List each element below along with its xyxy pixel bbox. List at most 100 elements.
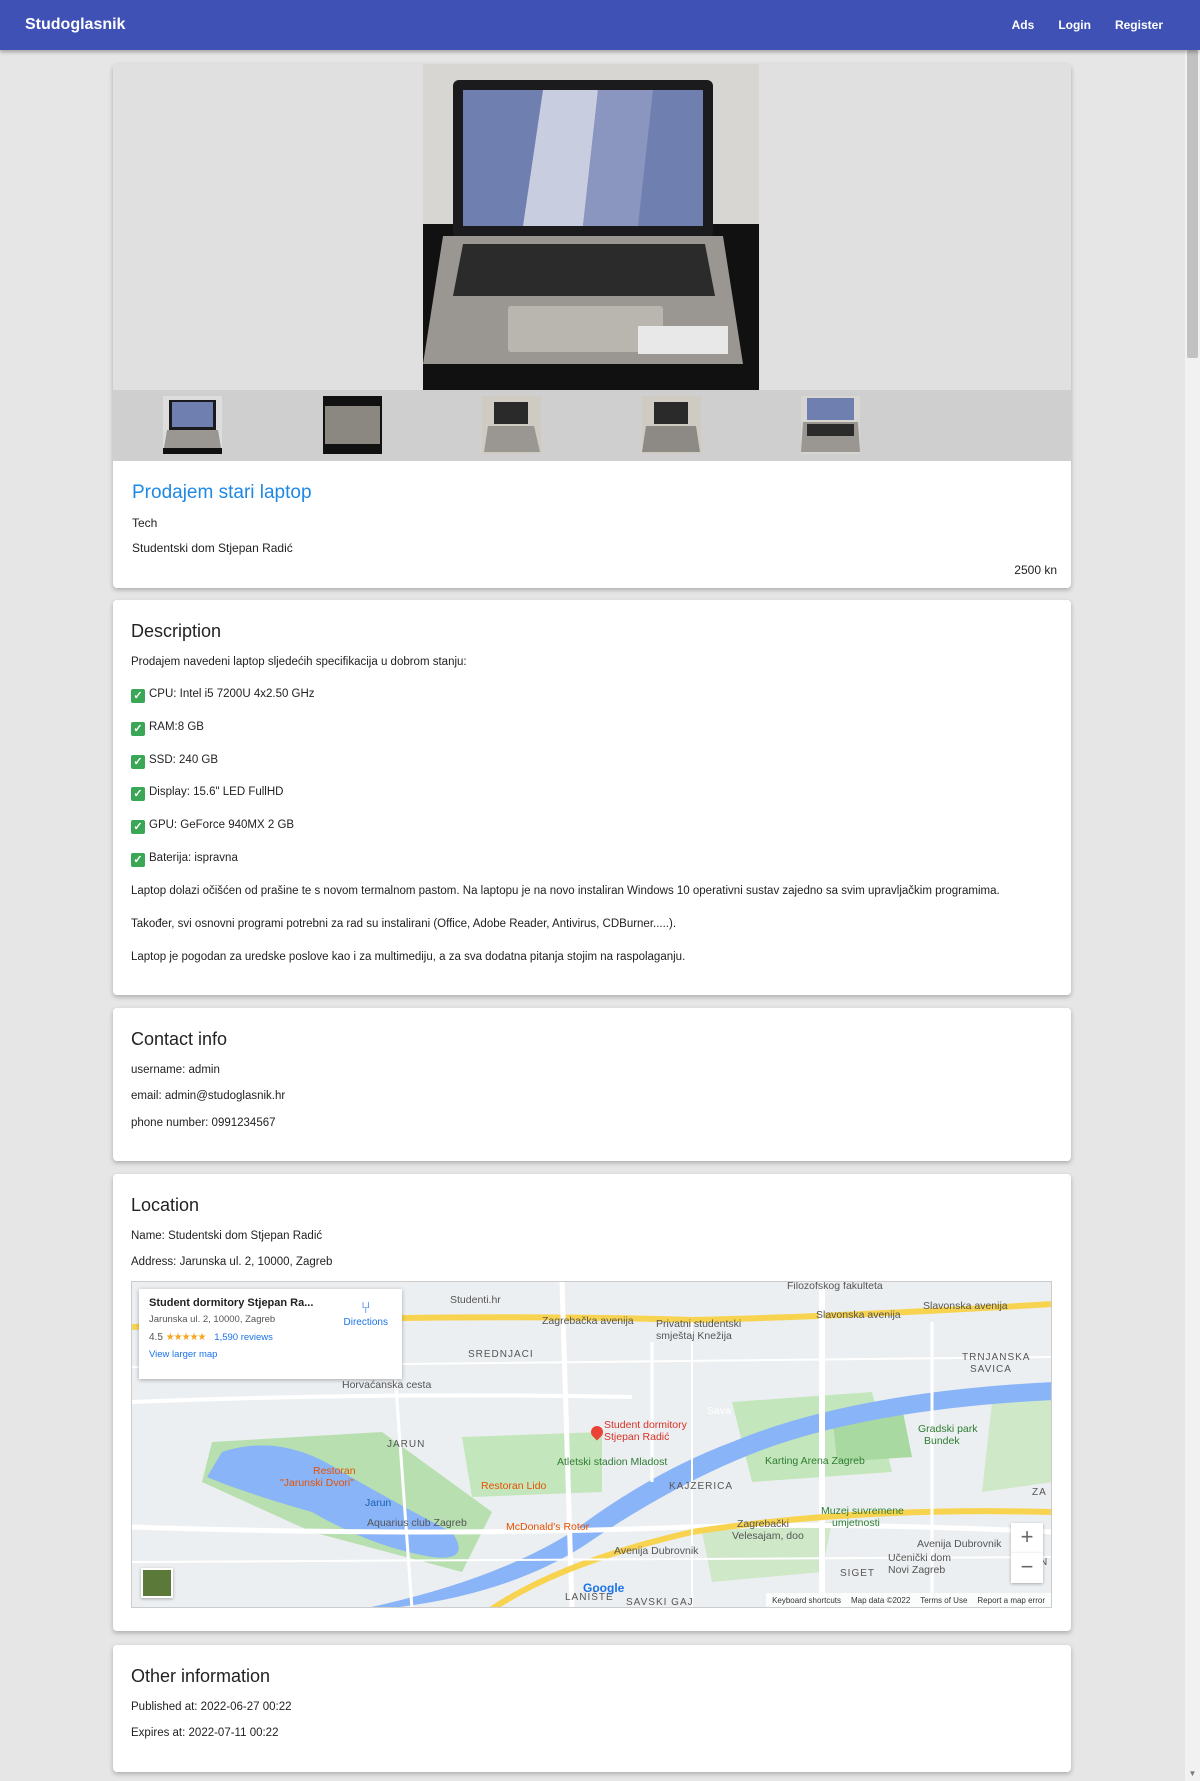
thumbnail-5[interactable] <box>801 396 860 454</box>
brand-logo[interactable]: Studoglasnik <box>25 16 125 34</box>
description-paragraph-1: Laptop dolazi očišćen od prašine te s no… <box>131 885 1000 897</box>
map-area-label: KAJZERICA <box>669 1481 734 1492</box>
ad-title[interactable]: Prodajem stari laptop <box>132 482 312 504</box>
spec-item: ✓ CPU: Intel i5 7200U 4x2.50 GHz <box>131 688 315 703</box>
checkmark-icon: ✓ <box>131 689 145 703</box>
checkmark-icon: ✓ <box>131 755 145 769</box>
keyboard-shortcuts-link[interactable]: Keyboard shortcuts <box>772 1596 841 1605</box>
reviews-link[interactable]: 1,590 reviews <box>214 1332 273 1343</box>
map-label: Zagrebačka avenija <box>542 1315 634 1327</box>
report-error-link[interactable]: Report a map error <box>977 1596 1045 1605</box>
map-poi-label: Atletski stadion Mladost <box>557 1456 668 1468</box>
contact-heading: Contact info <box>131 1029 228 1049</box>
description-heading: Description <box>131 621 222 641</box>
description-card: Description Prodajem navedeni laptop slj… <box>113 600 1071 995</box>
map-area-label: SAVSKI GAJ <box>626 1597 694 1608</box>
description-paragraph-3: Laptop je pogodan za uredske poslove kao… <box>131 951 686 963</box>
thumbnail-strip <box>113 390 1071 461</box>
map-label: Avenija Dubrovnik <box>917 1538 1002 1550</box>
checkmark-icon: ✓ <box>131 853 145 867</box>
published-date: Published at: 2022-06-27 00:22 <box>131 1701 292 1713</box>
description-paragraph-2: Također, svi osnovni programi potrebni z… <box>131 918 677 930</box>
spec-item: ✓ SSD: 240 GB <box>131 754 218 769</box>
spec-item: ✓ Baterija: ispravna <box>131 852 238 867</box>
nav-links: Ads Login Register <box>1000 18 1175 32</box>
map-area-label: ZA <box>1032 1487 1047 1498</box>
map-poi-label: Gradski park <box>918 1423 978 1435</box>
zoom-out-button[interactable]: − <box>1011 1553 1043 1583</box>
map-label: Novi Zagreb <box>888 1564 946 1576</box>
place-rating: 4.5 ★★★★★ 1,590 reviews <box>149 1332 392 1343</box>
map-label: smještaj Knežija <box>656 1330 732 1342</box>
description-intro: Prodajem navedeni laptop sljedećih speci… <box>131 656 467 668</box>
ad-card: Prodajem stari laptop Tech Studentski do… <box>113 64 1071 588</box>
embedded-map[interactable]: Studenti.hr Filozofskog fakulteta Zagreb… <box>131 1281 1052 1608</box>
terms-link[interactable]: Terms of Use <box>920 1596 967 1605</box>
checkmark-icon: ✓ <box>131 787 145 801</box>
satellite-toggle-button[interactable] <box>141 1568 173 1598</box>
ad-location: Studentski dom Stjepan Radić <box>132 541 293 555</box>
directions-icon: ⑂ <box>360 1300 371 1317</box>
contact-email: email: admin@studoglasnik.hr <box>131 1090 286 1102</box>
map-label: Učenički dom <box>888 1552 952 1564</box>
other-info-card: Other information Published at: 2022-06-… <box>113 1645 1071 1772</box>
map-label: Slavonska avenija <box>816 1309 901 1321</box>
thumbnail-4[interactable] <box>642 396 701 454</box>
main-photo[interactable] <box>423 64 759 390</box>
map-label: Studenti.hr <box>450 1294 501 1306</box>
rating-stars-icon: ★★★★★ <box>165 1332 207 1343</box>
contact-card: Contact info username: admin email: admi… <box>113 1008 1071 1161</box>
map-data-text: Map data ©2022 <box>851 1595 911 1605</box>
map-poi-label: Karting Arena Zagreb <box>765 1455 865 1467</box>
map-poi-label: Muzej suvremene <box>821 1505 904 1517</box>
contact-username: username: admin <box>131 1064 220 1076</box>
thumbnail-3[interactable] <box>482 396 541 454</box>
page-scrollbar[interactable]: ▲ ▼ <box>1185 50 1200 1781</box>
map-poi-label: Restoran Lido <box>481 1480 547 1492</box>
directions-label: Directions <box>343 1317 388 1328</box>
other-info-heading: Other information <box>131 1666 271 1686</box>
map-poi-label: "Jarunski Dvori" <box>280 1477 354 1489</box>
map-label: Slavonska avenija <box>923 1300 1008 1312</box>
map-label: Filozofskog fakulteta <box>787 1281 883 1292</box>
nav-link-login[interactable]: Login <box>1046 18 1103 32</box>
map-marker-label: Student dormitory <box>604 1419 687 1431</box>
map-label: Velesajam, doo <box>732 1530 804 1542</box>
location-name: Name: Studentski dom Stjepan Radić <box>131 1230 323 1242</box>
map-lake-label: Jarun <box>365 1497 392 1509</box>
map-poi-label: Restoran <box>313 1465 356 1477</box>
map-poi-label: umjetnosti <box>832 1517 880 1529</box>
ad-price: 2500 kn <box>1014 563 1057 577</box>
map-place-card: Student dormitory Stjepan Ra... Jarunska… <box>139 1289 402 1379</box>
laptop-photo <box>423 64 759 390</box>
map-marker-label: Stjepan Radić <box>604 1431 670 1443</box>
scrollbar-thumb[interactable] <box>1187 50 1198 358</box>
map-label: Horvaćanska cesta <box>342 1379 432 1391</box>
checkmark-icon: ✓ <box>131 722 145 736</box>
location-address: Address: Jarunska ul. 2, 10000, Zagreb <box>131 1256 333 1268</box>
map-area-label: SREDNJACI <box>468 1349 534 1360</box>
map-poi-label: McDonald's Rotor <box>506 1521 590 1533</box>
checkmark-icon: ✓ <box>131 820 145 834</box>
nav-link-register[interactable]: Register <box>1103 18 1175 32</box>
top-navbar: Studoglasnik Ads Login Register <box>0 0 1200 50</box>
scroll-down-icon[interactable]: ▼ <box>1185 1766 1200 1781</box>
view-larger-map-link[interactable]: View larger map <box>149 1349 392 1360</box>
location-heading: Location <box>131 1195 200 1215</box>
map-area-label: SIGET <box>840 1568 876 1579</box>
thumbnail-2[interactable] <box>323 396 382 454</box>
photo-gallery <box>113 64 1071 461</box>
location-card: Location Name: Studentski dom Stjepan Ra… <box>113 1174 1071 1631</box>
directions-button[interactable]: ⑂ Directions <box>343 1300 388 1329</box>
nav-link-ads[interactable]: Ads <box>1000 18 1047 32</box>
map-label: Avenija Dubrovnik <box>614 1545 699 1557</box>
expires-date: Expires at: 2022-07-11 00:22 <box>131 1727 279 1739</box>
map-label: Aquarius club Zagreb <box>367 1517 467 1529</box>
map-area-label: SAVICA <box>970 1364 1012 1375</box>
ad-category: Tech <box>132 516 158 530</box>
thumbnail-1[interactable] <box>163 396 222 454</box>
map-poi-label: Bundek <box>924 1435 960 1447</box>
spec-item: ✓ Display: 15.6" LED FullHD <box>131 786 283 801</box>
zoom-in-button[interactable]: + <box>1011 1523 1043 1553</box>
map-label: Privatni studentski <box>656 1318 742 1330</box>
